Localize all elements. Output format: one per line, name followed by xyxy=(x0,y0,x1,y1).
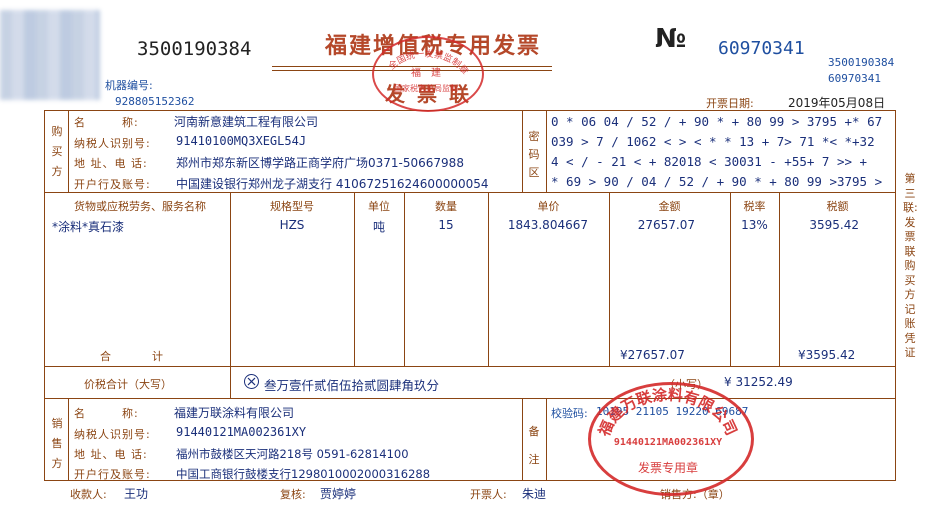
cipher-line: * 69 > 90 / 04 / 52 / + 90 * + 80 99 >37… xyxy=(551,174,883,189)
remark-label: 备注 xyxy=(528,425,540,466)
col-header-spec: 规格型号 xyxy=(270,200,314,213)
buyer-name: 河南新意建筑工程有限公司 xyxy=(174,115,319,129)
total-label: 合 计 xyxy=(100,350,165,363)
grand-total-upper: 叁万壹仟贰佰伍拾贰圆肆角玖分 xyxy=(264,378,440,393)
item-price: 1843.804667 xyxy=(507,218,588,232)
item-unit: 吨 xyxy=(372,220,385,234)
item-tax: 3595.42 xyxy=(809,218,859,232)
vline-seller-side xyxy=(68,398,69,481)
hline-total-bottom xyxy=(44,398,896,399)
vline-remark-label xyxy=(546,398,547,481)
buyer-tax-id: 91410100MQ3XEGL54J xyxy=(176,134,307,148)
seller-address-phone: 福州市鼓楼区天河路218号 0591-62814100 xyxy=(176,447,409,461)
col-header-price: 单价 xyxy=(537,200,560,213)
vline-total-label xyxy=(230,366,231,398)
hline-buyer-bottom xyxy=(44,192,896,193)
vline-cipher-label xyxy=(546,110,547,192)
seller-seal-ring-text: 福建万联涂料有限公司 xyxy=(595,386,741,440)
drawer-label: 开票人: xyxy=(470,488,507,501)
item-spec: HZS xyxy=(279,218,305,232)
buyer-side-label: 购买方 xyxy=(51,125,63,178)
drawer: 朱迪 xyxy=(522,487,547,501)
invoice-code: 3500190384 xyxy=(137,38,252,60)
buyer-address-phone: 郑州市郑东新区博学路正商学府广场0371-50667988 xyxy=(176,156,464,170)
item-amount: 27657.07 xyxy=(637,218,695,232)
copy-side-note: 第三联:发票联 购买方记账凭证 xyxy=(903,172,927,359)
buyer-addr-label: 地 址、电 话: xyxy=(74,157,148,170)
seller-side-label: 销售方 xyxy=(51,417,63,470)
total-tax: ¥3595.42 xyxy=(798,348,856,362)
col-header-qty: 数量 xyxy=(435,200,457,213)
invoice-number-right: 60970341 xyxy=(828,72,881,85)
seller-name: 福建万联涂料有限公司 xyxy=(174,406,295,420)
cipher-area: 0 * 06 04 / 52 / + 90 * + 80 99 > 3795 +… xyxy=(551,112,882,192)
reviewer-label: 复核: xyxy=(280,488,306,501)
invoice-number: 60970341 xyxy=(718,38,805,59)
item-qty: 15 xyxy=(438,218,454,232)
cipher-line: 4 < / - 21 < + 82018 < 30031 - +55+ 7 >>… xyxy=(551,154,868,169)
seller-addr-label: 地 址、电 话: xyxy=(74,448,148,461)
buyer-bank-label: 开户行及账号: xyxy=(74,178,151,191)
redacted-blur xyxy=(0,10,100,100)
col-header-name: 货物或应税劳务、服务名称 xyxy=(74,200,206,213)
col-header-tax: 税额 xyxy=(826,200,849,213)
payee-label: 收款人: xyxy=(70,488,107,501)
date-label: 开票日期: xyxy=(706,97,754,110)
cipher-label: 密码区 xyxy=(528,130,540,179)
svg-text:福建万联涂料有限公司: 福建万联涂料有限公司 xyxy=(595,386,741,440)
cipher-line: 039 > 7 / 1062 < > < * * 13 + 7> 71 *< *… xyxy=(551,134,875,149)
seller-tax-id: 91440121MA002361XY xyxy=(176,425,307,439)
machine-label: 机器编号: xyxy=(105,79,153,92)
vline-cipher-left xyxy=(522,110,523,192)
seller-tax-label: 纳税人识别号: xyxy=(74,428,151,441)
seller-seal-id: 91440121MA002361XY xyxy=(613,437,723,448)
hline-items-bottom xyxy=(44,366,896,367)
vline-buyer-side xyxy=(68,110,69,192)
tax-seal-bottom: 国家税务总局监制 xyxy=(394,84,458,93)
crossed-circle-icon xyxy=(244,374,259,389)
tax-seal-center: 福 建 xyxy=(411,68,441,79)
item-rate: 13% xyxy=(741,218,768,232)
total-amount: ¥27657.07 xyxy=(620,348,685,362)
col-header-unit: 单位 xyxy=(368,200,390,213)
machine-number: 928805152362 xyxy=(115,95,195,108)
cipher-line: 0 * 06 04 / 52 / + 90 * + 80 99 > 3795 +… xyxy=(551,114,883,129)
seller-bank-account: 中国工商银行鼓楼支行1298010002000316288 xyxy=(176,467,431,481)
buyer-bank-account: 中国建设银行郑州龙子湖支行 41067251624600000054 xyxy=(176,177,489,191)
buyer-name-label: 名 称: xyxy=(74,116,139,129)
col-header-amount: 金额 xyxy=(658,200,681,213)
col-header-rate: 税率 xyxy=(743,200,766,213)
invoice-code-right: 3500190384 xyxy=(828,56,895,69)
item-name: *涂料*真石漆 xyxy=(52,220,125,234)
buyer-tax-label: 纳税人识别号: xyxy=(74,137,151,150)
seller-name-label: 名 称: xyxy=(74,407,139,420)
reviewer: 贾婷婷 xyxy=(320,487,357,501)
vline-remark-left xyxy=(522,398,523,481)
seller-bank-label: 开户行及账号: xyxy=(74,468,151,481)
check-code-label: 校验码: xyxy=(551,407,588,420)
invoice-date: 2019年05月08日 xyxy=(788,96,886,110)
grand-total-label: 价税合计（大写） xyxy=(84,378,172,391)
tax-bureau-seal: 全国统一发票监制章 福 建 国家税务总局监制 xyxy=(372,36,484,112)
seller-seal-bottom: 发票专用章 xyxy=(637,461,698,475)
payee: 王功 xyxy=(124,487,149,501)
seller-invoice-seal: 福建万联涂料有限公司 91440121MA002361XY 发票专用章 xyxy=(588,382,754,496)
number-symbol: № xyxy=(655,24,687,54)
